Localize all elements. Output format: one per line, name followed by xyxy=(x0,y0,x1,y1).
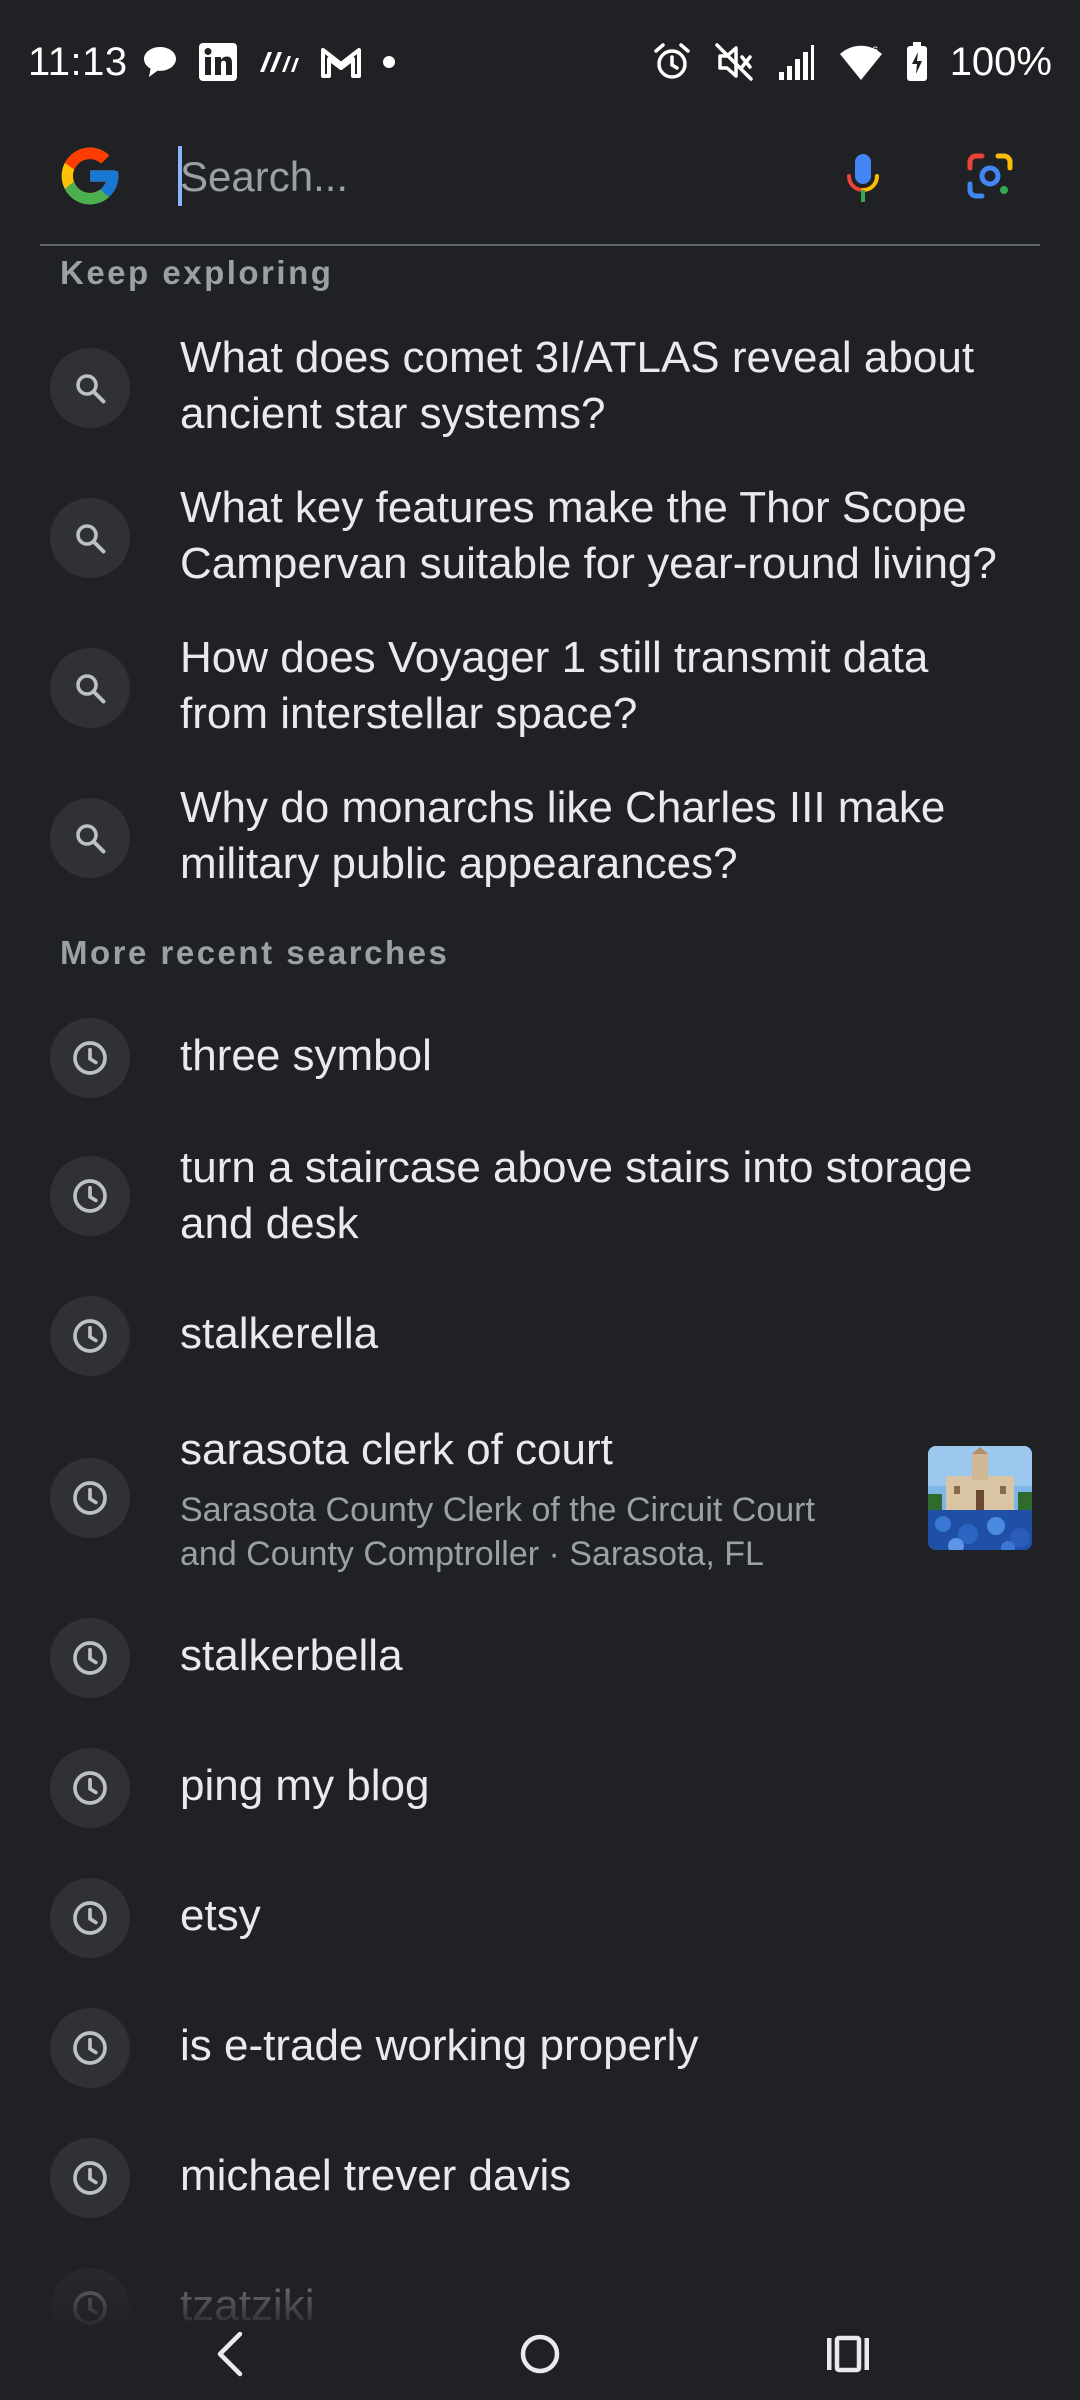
recent-item-line1: turn a staircase above stairs into stora… xyxy=(180,1143,973,1192)
recent-item-sub1: Sarasota County Clerk of the Circuit Cou… xyxy=(180,1491,815,1529)
recent-item[interactable]: etsy xyxy=(0,1878,1080,1958)
status-bar-right: 6 100% xyxy=(652,40,1052,85)
history-clock-icon xyxy=(50,1156,130,1236)
mute-icon xyxy=(714,40,754,84)
explore-item[interactable]: What key features make the Thor Scope Ca… xyxy=(0,480,1080,600)
svg-text:6: 6 xyxy=(872,45,878,57)
recent-item-label: stalkerella xyxy=(180,1309,379,1358)
home-icon[interactable] xyxy=(500,2314,580,2394)
recent-item-line2: and desk xyxy=(180,1199,359,1248)
explore-item[interactable]: How does Voyager 1 still transmit data f… xyxy=(0,630,1080,750)
status-time: 11:13 xyxy=(28,39,128,84)
search-divider xyxy=(40,244,1040,246)
back-icon[interactable] xyxy=(190,2314,270,2394)
search-bar xyxy=(0,124,1080,248)
signal-icon xyxy=(776,40,816,84)
explore-item-line1: How does Voyager 1 still transmit data xyxy=(180,633,929,682)
recent-item-sub2: and County Comptroller · Sarasota, FL xyxy=(180,1535,764,1573)
medium-icon xyxy=(258,40,300,84)
gmail-icon xyxy=(320,40,362,84)
recent-item-label: stalkerbella xyxy=(180,1631,403,1680)
history-clock-icon xyxy=(50,2138,130,2218)
history-clock-icon xyxy=(50,1296,130,1376)
history-clock-icon xyxy=(50,1618,130,1698)
chat-bubble-icon xyxy=(142,40,178,84)
screen: 11:13 6 100% Search... Keep exploring Wh… xyxy=(0,0,1080,2400)
recent-item[interactable]: turn a staircase above stairs into stora… xyxy=(0,1130,1080,1270)
recent-item[interactable]: stalkerbella xyxy=(0,1618,1080,1698)
recents-icon[interactable] xyxy=(808,2314,888,2394)
explore-item[interactable]: What does comet 3I/ATLAS reveal about an… xyxy=(0,330,1080,450)
recent-item[interactable]: michael trever davis xyxy=(0,2138,1080,2218)
wifi-icon: 6 xyxy=(838,40,884,84)
google-logo-icon[interactable] xyxy=(56,142,124,210)
recent-item-label: ping my blog xyxy=(180,1761,430,1810)
recent-item[interactable]: ping my blog xyxy=(0,1748,1080,1828)
recent-searches-header: More recent searches xyxy=(60,934,450,971)
explore-item[interactable]: Why do monarchs like Charles III make mi… xyxy=(0,780,1080,900)
navigation-bar xyxy=(0,2300,1080,2400)
status-bar: 11:13 6 100% xyxy=(0,0,1080,124)
explore-item-line1: Why do monarchs like Charles III make xyxy=(180,783,946,832)
search-icon xyxy=(50,498,130,578)
explore-item-line2: Campervan suitable for year-round living… xyxy=(180,539,997,588)
explore-item-line2: military public appearances? xyxy=(180,839,738,888)
recent-item[interactable]: is e-trade working properly xyxy=(0,2008,1080,2088)
recent-item-label: etsy xyxy=(180,1891,261,1940)
search-icon xyxy=(50,348,130,428)
explore-item-line2: ancient star systems? xyxy=(180,389,606,438)
explore-item-line1: What does comet 3I/ATLAS reveal about xyxy=(180,333,975,382)
recent-item[interactable]: sarasota clerk of court Sarasota County … xyxy=(0,1420,1080,1580)
history-clock-icon xyxy=(50,1018,130,1098)
search-icon xyxy=(50,648,130,728)
explore-item-line2: from interstellar space? xyxy=(180,689,638,738)
recent-item-label: three symbol xyxy=(180,1031,432,1080)
keep-exploring-header: Keep exploring xyxy=(60,254,334,291)
search-icon xyxy=(50,798,130,878)
microphone-icon[interactable] xyxy=(838,148,888,210)
explore-item-line1: What key features make the Thor Scope xyxy=(180,483,967,532)
history-clock-icon xyxy=(50,1748,130,1828)
recent-item-label: michael trever davis xyxy=(180,2151,572,2200)
alarm-icon xyxy=(652,40,692,84)
recent-item-label: is e-trade working properly xyxy=(180,2021,699,2070)
history-clock-icon xyxy=(50,1458,130,1538)
battery-percent: 100% xyxy=(949,39,1052,84)
history-clock-icon xyxy=(50,2008,130,2088)
recent-item[interactable]: stalkerella xyxy=(0,1296,1080,1376)
courthouse-thumbnail xyxy=(928,1446,1032,1550)
linkedin-icon xyxy=(198,40,238,84)
search-input[interactable] xyxy=(180,146,800,208)
google-lens-icon[interactable] xyxy=(964,148,1016,204)
status-bar-left: 11:13 xyxy=(28,40,416,85)
dot-icon xyxy=(382,40,396,84)
history-clock-icon xyxy=(50,1878,130,1958)
recent-item-label: sarasota clerk of court xyxy=(180,1425,613,1474)
battery-icon xyxy=(906,40,928,84)
recent-item[interactable]: three symbol xyxy=(0,1018,1080,1098)
